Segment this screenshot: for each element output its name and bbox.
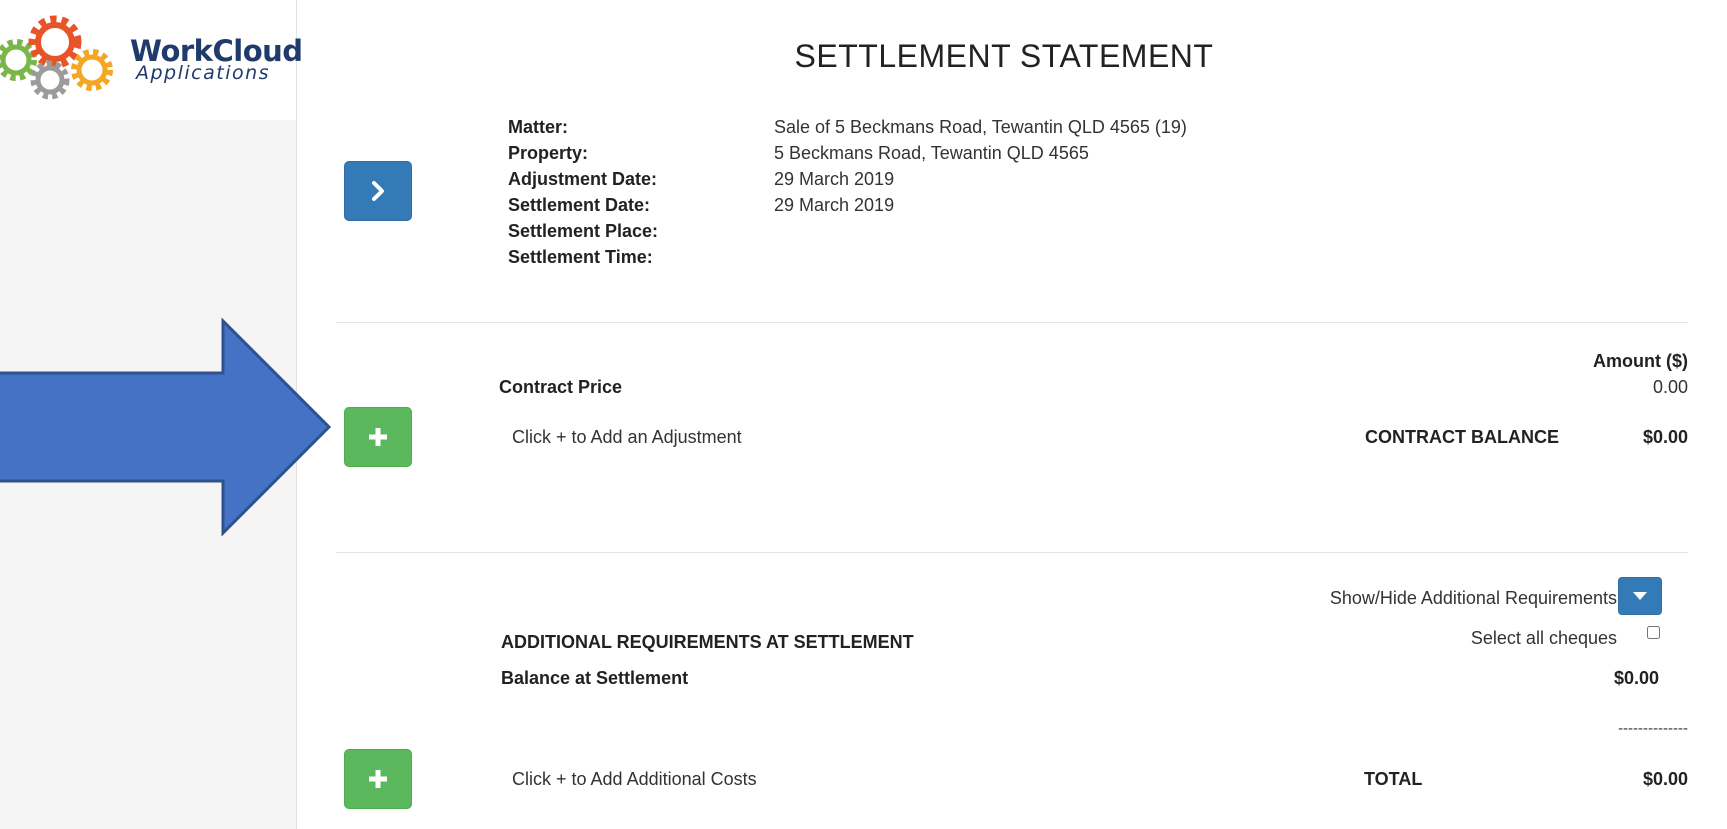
logo[interactable]: WorkCloud Applications — [0, 0, 303, 120]
detail-label: Settlement Place: — [508, 221, 659, 241]
matter-details: Matter: Sale of 5 Beckmans Road, Tewanti… — [508, 114, 1187, 270]
annotation-arrow-icon — [0, 318, 332, 536]
detail-label: Property: — [508, 143, 589, 163]
add-additional-costs-hint: Click + to Add Additional Costs — [512, 769, 757, 789]
detail-label: Matter: — [508, 117, 569, 137]
add-adjustment-hint: Click + to Add an Adjustment — [512, 427, 742, 447]
contract-price-label: Contract Price — [499, 377, 623, 397]
caret-down-icon — [1633, 592, 1647, 600]
gears-logo-icon — [0, 15, 113, 100]
detail-label: Adjustment Date: — [508, 169, 658, 189]
page-title: SETTLEMENT STATEMENT — [794, 38, 1214, 74]
balance-at-settlement-label: Balance at Settlement — [501, 668, 689, 688]
add-adjustment-button[interactable] — [344, 407, 412, 467]
chevron-right-icon — [372, 181, 384, 201]
detail-row-settlement-place: Settlement Place: — [508, 218, 1187, 244]
next-button[interactable] — [344, 161, 412, 221]
detail-row-settlement-time: Settlement Time: — [508, 244, 1187, 270]
additional-requirements-heading: ADDITIONAL REQUIREMENTS AT SETTLEMENT — [501, 632, 914, 652]
toggle-additional-button[interactable] — [1618, 577, 1662, 615]
detail-value: Sale of 5 Beckmans Road, Tewantin QLD 45… — [774, 117, 1187, 137]
detail-row-property: Property: 5 Beckmans Road, Tewantin QLD … — [508, 140, 1187, 166]
contract-balance-label: CONTRACT BALANCE — [1365, 427, 1559, 447]
logo-subtitle: Applications — [136, 62, 271, 84]
total-value: $0.00 — [1642, 769, 1688, 789]
detail-value: 29 March 2019 — [774, 169, 895, 189]
detail-label: Settlement Date: — [508, 195, 651, 215]
add-additional-costs-button[interactable] — [344, 749, 412, 809]
amount-column-header: Amount ($) — [1593, 351, 1688, 371]
detail-value: 5 Beckmans Road, Tewantin QLD 4565 — [774, 143, 1089, 163]
main-content: SETTLEMENT STATEMENT Matter: Sale of 5 B… — [296, 0, 1727, 829]
select-all-cheques-checkbox[interactable] — [1647, 626, 1660, 639]
toggle-additional-label: Show/Hide Additional Requirements — [1329, 588, 1617, 608]
total-label: TOTAL — [1364, 769, 1423, 789]
balance-at-settlement-value: $0.00 — [1613, 668, 1659, 688]
section-divider — [336, 552, 1688, 553]
detail-value: 29 March 2019 — [774, 195, 895, 215]
select-all-cheques-label: Select all cheques — [1470, 628, 1617, 648]
plus-icon — [369, 428, 387, 446]
contract-balance-value: $0.00 — [1642, 427, 1688, 447]
contract-price-value: 0.00 — [1652, 377, 1688, 397]
section-divider — [336, 322, 1688, 323]
total-separator: -------------- — [1618, 720, 1688, 737]
detail-row-settlement-date: Settlement Date: 29 March 2019 — [508, 192, 1187, 218]
detail-label: Settlement Time: — [508, 247, 653, 267]
detail-row-matter: Matter: Sale of 5 Beckmans Road, Tewanti… — [508, 114, 1187, 140]
plus-icon — [369, 770, 387, 788]
detail-row-adjustment-date: Adjustment Date: 29 March 2019 — [508, 166, 1187, 192]
